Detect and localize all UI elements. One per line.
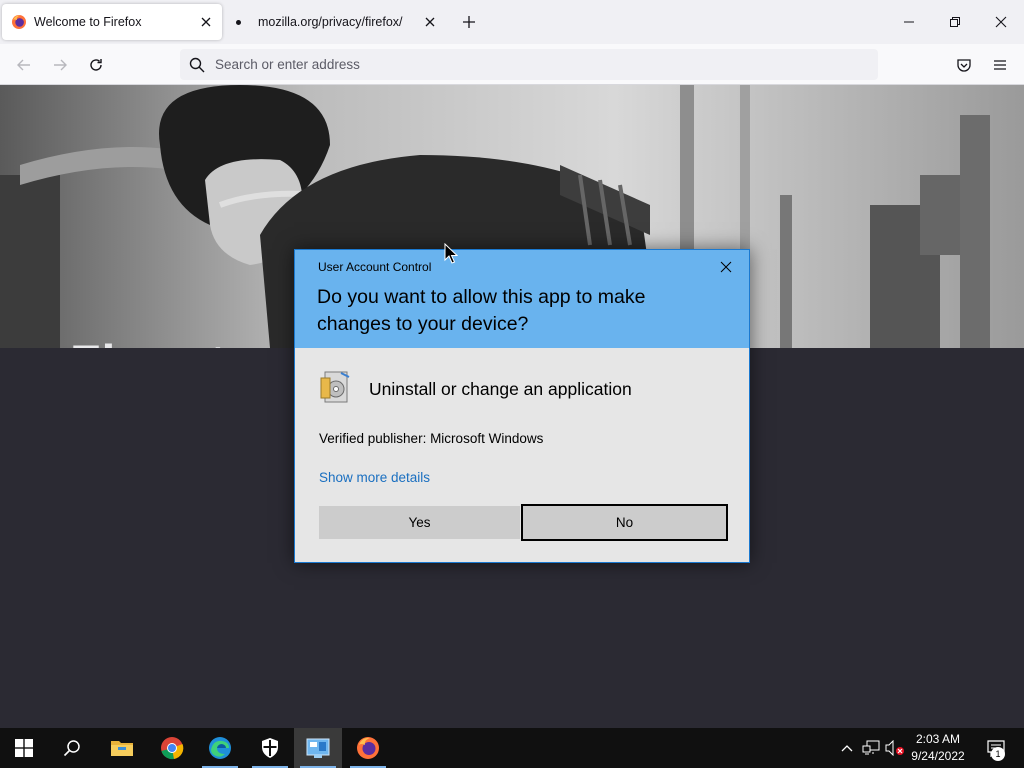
notification-count-badge: 1 <box>991 747 1005 761</box>
show-more-details-link[interactable]: Show more details <box>319 470 430 485</box>
programs-and-features-icon <box>320 371 350 403</box>
edge-icon <box>209 737 231 759</box>
close-tab-icon[interactable] <box>194 10 218 34</box>
pocket-button[interactable] <box>951 52 977 78</box>
hero-heading: Fire sta <box>70 333 256 348</box>
taskbar-edge[interactable] <box>196 728 244 768</box>
uac-close-button[interactable] <box>711 254 741 280</box>
search-icon <box>63 740 80 757</box>
taskbar-firefox[interactable] <box>344 728 392 768</box>
restore-icon <box>950 17 960 27</box>
volume-tray-button[interactable] <box>884 728 906 768</box>
reload-button[interactable] <box>83 52 109 78</box>
taskbar-clock[interactable]: 2:03 AM 9/24/2022 <box>906 731 970 765</box>
taskbar-search-button[interactable] <box>48 728 96 768</box>
address-bar[interactable] <box>180 49 878 80</box>
clock-date: 9/24/2022 <box>911 749 965 763</box>
windows-security-icon <box>262 738 278 758</box>
clock-time: 2:03 AM <box>915 732 961 746</box>
no-button[interactable]: No <box>521 504 728 541</box>
mouse-cursor-icon <box>444 243 458 264</box>
tab-welcome[interactable]: Welcome to Firefox <box>2 4 222 40</box>
search-icon <box>189 57 205 73</box>
uac-publisher: Verified publisher: Microsoft Windows <box>319 431 544 446</box>
minimize-button[interactable] <box>886 0 932 44</box>
uac-app-info: Uninstall or change an application <box>319 370 632 408</box>
tab-title: Welcome to Firefox <box>34 15 142 29</box>
hamburger-menu-icon <box>994 60 1006 70</box>
close-icon <box>995 16 1007 28</box>
file-explorer-icon <box>111 741 133 756</box>
pocket-icon <box>957 59 971 72</box>
tab-title: mozilla.org/privacy/firefox/ <box>258 15 403 29</box>
control-panel-icon <box>306 738 330 758</box>
taskbar-windows-security[interactable] <box>246 728 294 768</box>
show-hidden-icons-button[interactable] <box>838 728 856 768</box>
close-icon <box>720 261 732 273</box>
uac-dialog: User Account Control Do you want to allo… <box>294 249 750 563</box>
loading-dot-icon <box>236 19 241 25</box>
restore-button[interactable] <box>932 0 978 44</box>
chrome-icon <box>161 737 184 760</box>
firefox-icon <box>357 737 379 759</box>
app-menu-button[interactable] <box>987 52 1013 78</box>
close-tab-icon[interactable] <box>418 10 442 34</box>
taskbar: 2:03 AM 9/24/2022 <box>0 728 1024 768</box>
navigation-toolbar <box>0 44 1024 85</box>
start-icon <box>15 739 33 757</box>
yes-button[interactable]: Yes <box>319 506 520 539</box>
uac-question: Do you want to allow this app to make ch… <box>317 286 646 335</box>
reload-icon <box>90 59 102 71</box>
network-tray-button[interactable] <box>860 728 882 768</box>
arrow-right-icon <box>54 59 67 71</box>
start-button[interactable] <box>0 728 48 768</box>
network-icon <box>862 740 880 755</box>
plus-icon <box>463 16 475 28</box>
minimize-icon <box>904 21 914 23</box>
taskbar-chrome[interactable] <box>148 728 196 768</box>
uac-header: User Account Control Do you want to allo… <box>295 250 749 348</box>
tab-privacy[interactable]: mozilla.org/privacy/firefox/ <box>226 4 446 40</box>
uac-caption: User Account Control <box>318 260 432 274</box>
volume-muted-icon <box>885 740 904 756</box>
taskbar-control-panel[interactable] <box>294 728 342 768</box>
chevron-up-icon <box>841 745 853 752</box>
uac-app-name: Uninstall or change an application <box>369 378 632 399</box>
taskbar-file-explorer[interactable] <box>98 728 146 768</box>
forward-button[interactable] <box>47 52 73 78</box>
back-button[interactable] <box>11 52 37 78</box>
arrow-left-icon <box>17 59 30 71</box>
close-window-button[interactable] <box>978 0 1024 44</box>
address-input[interactable] <box>215 57 815 72</box>
new-tab-button[interactable] <box>458 11 480 33</box>
tab-strip: Welcome to Firefox mozilla.org/privacy/f… <box>0 0 1024 44</box>
firefox-favicon-icon <box>12 15 26 29</box>
